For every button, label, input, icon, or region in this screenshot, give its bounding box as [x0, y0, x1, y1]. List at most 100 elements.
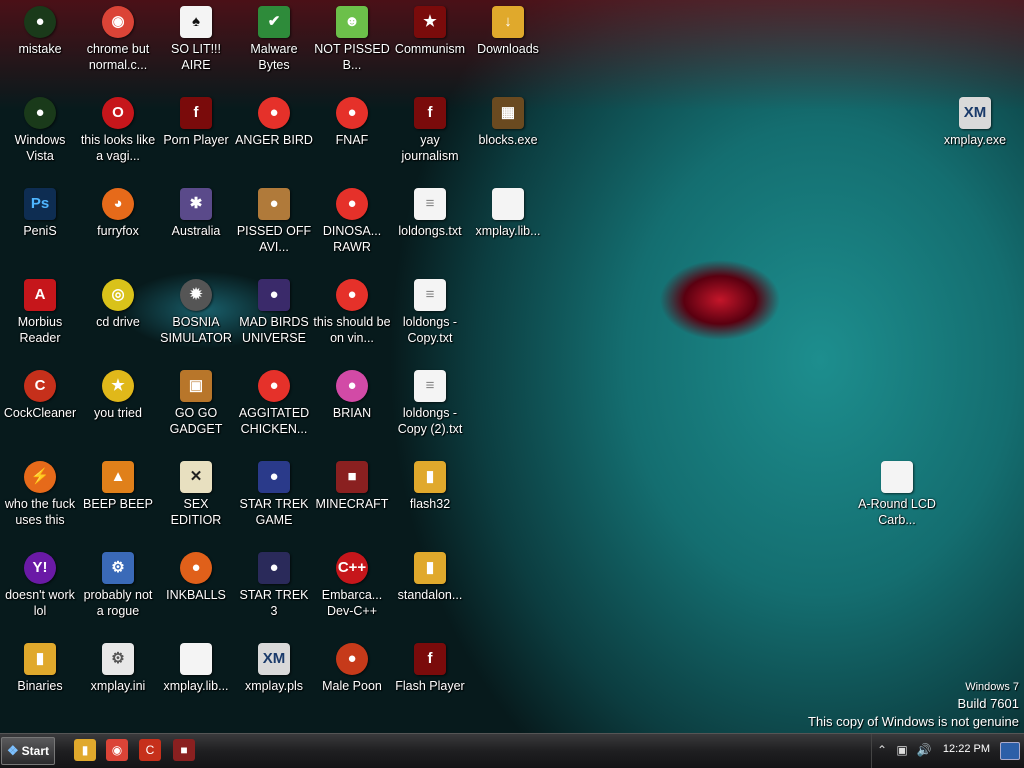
start-button[interactable]: ❖ Start	[1, 737, 55, 765]
icon-star-trek-game[interactable]: ● STAR TREK GAME	[235, 457, 313, 545]
icon-loldongs-txt[interactable]: ≡ loldongs.txt	[391, 184, 469, 272]
round-green: ●	[24, 6, 56, 38]
icon-penis[interactable]: Ps PeniS	[1, 184, 79, 272]
icon-brian[interactable]: ● BRIAN	[313, 366, 391, 454]
icon-label: AGGITATED CHICKEN...	[238, 406, 310, 436]
icon-downloads[interactable]: ↓ Downloads	[469, 2, 547, 90]
network-icon[interactable]: ▣	[894, 742, 910, 758]
vlc-icon: ▲	[102, 461, 134, 493]
icon-windows-vista[interactable]: ● Windows Vista	[1, 93, 79, 181]
bird-icon: ●	[258, 279, 290, 311]
folder-icon: ▮	[414, 552, 446, 584]
folder-icon: ▮	[414, 461, 446, 493]
bird-icon: ●	[336, 279, 368, 311]
icon-label: loldongs.txt	[398, 224, 462, 238]
mine-icon: ✹	[180, 279, 212, 311]
icon-label: A-Round LCD Carb...	[858, 497, 936, 527]
icon-so-lit[interactable]: ♠ SO LIT!!! AIRE	[157, 2, 235, 90]
icon-a-round[interactable]: A-Round LCD Carb...	[858, 457, 936, 545]
icon-cockcleaner[interactable]: C CockCleaner	[1, 366, 79, 454]
icon-label: STAR TREK 3	[239, 588, 309, 618]
star-icon: ★	[102, 370, 134, 402]
icon-chrome[interactable]: ◉ chrome but normal.c...	[79, 2, 157, 90]
icon-xmplay-exe[interactable]: XM xmplay.exe	[936, 93, 1014, 181]
icon-you-tried[interactable]: ★ you tried	[79, 366, 157, 454]
icon-not-pissed[interactable]: ☻ NOT PISSED B...	[313, 2, 391, 90]
clock[interactable]: 12:22 PM	[943, 743, 990, 755]
flash-icon: f	[414, 643, 446, 675]
icon-xmplay-lib-1[interactable]: xmplay.lib...	[469, 184, 547, 272]
icon-australia[interactable]: ✱ Australia	[157, 184, 235, 272]
icon-aggitated[interactable]: ● AGGITATED CHICKEN...	[235, 366, 313, 454]
icon-mad-birds[interactable]: ● MAD BIRDS UNIVERSE	[235, 275, 313, 363]
icon-label: Porn Player	[163, 133, 229, 147]
spider-icon: ✱	[180, 188, 212, 220]
show-hidden-icons-icon[interactable]: ⌃	[874, 742, 890, 758]
icon-label: mistake	[18, 42, 62, 56]
start-label: Start	[21, 744, 49, 758]
icon-cd-drive[interactable]: ◎ cd drive	[79, 275, 157, 363]
icon-label: probably not a rogue	[83, 588, 153, 618]
icon-flash-player[interactable]: f Flash Player	[391, 639, 469, 727]
blocks-icon: ▦	[492, 97, 524, 129]
volume-icon[interactable]: 🔊	[916, 742, 932, 758]
show-desktop-icon[interactable]	[1000, 742, 1020, 760]
icon-furryfox[interactable]: ◕ furryfox	[79, 184, 157, 272]
icon-porn-player[interactable]: f Porn Player	[157, 93, 235, 181]
flash-icon: f	[414, 97, 446, 129]
icon-probably-not[interactable]: ⚙ probably not a rogue	[79, 548, 157, 636]
taskbar: ❖ Start ▮ ◉ C ■ ⌃ ▣ 🔊 12:22 PM	[0, 733, 1024, 768]
watermark-genuine: This copy of Windows is not genuine	[808, 714, 1019, 729]
icon-star-trek-3[interactable]: ● STAR TREK 3	[235, 548, 313, 636]
bird-icon: ●	[258, 188, 290, 220]
settings-file-icon: ⚙	[102, 643, 134, 675]
icon-blocks[interactable]: ▦ blocks.exe	[469, 93, 547, 181]
icon-vine[interactable]: ● this should be on vin...	[313, 275, 391, 363]
taskbar-explorer[interactable]: ▮	[74, 739, 96, 761]
icon-label: Embarca... Dev-C++	[321, 588, 383, 618]
icon-label: MINECRAFT	[315, 497, 389, 511]
icon-yay-journalism[interactable]: f yay journalism	[391, 93, 469, 181]
taskbar-chrome[interactable]: ◉	[106, 739, 128, 761]
icon-xmplay-lib-2[interactable]: xmplay.lib...	[157, 639, 235, 727]
icon-doesnt-work[interactable]: Y! doesn't work lol	[1, 548, 79, 636]
xmplay-icon: XM	[258, 643, 290, 675]
flash-icon: f	[180, 97, 212, 129]
icon-pissed-off[interactable]: ● PISSED OFF AVI...	[235, 184, 313, 272]
bird-icon: ●	[336, 97, 368, 129]
icon-devcpp[interactable]: C++ Embarca... Dev-C++	[313, 548, 391, 636]
icon-bosnia[interactable]: ✹ BOSNIA SIMULATOR	[157, 275, 235, 363]
text-file-icon: ≡	[414, 188, 446, 220]
icon-label: this looks like a vagi...	[80, 133, 156, 163]
icon-standalone[interactable]: ▮ standalon...	[391, 548, 469, 636]
icon-flash32[interactable]: ▮ flash32	[391, 457, 469, 545]
icon-beep-beep[interactable]: ▲ BEEP BEEP	[79, 457, 157, 545]
icon-xmplay-pls[interactable]: XM xmplay.pls	[235, 639, 313, 727]
icon-go-go-gadget[interactable]: ▣ GO GO GADGET	[157, 366, 235, 454]
icon-label: MAD BIRDS UNIVERSE	[239, 315, 309, 345]
icon-sex-editior[interactable]: ✕ SEX EDITIOR	[157, 457, 235, 545]
icon-xmplay-ini[interactable]: ⚙ xmplay.ini	[79, 639, 157, 727]
icon-binaries[interactable]: ▮ Binaries	[1, 639, 79, 727]
icon-fnaf[interactable]: ● FNAF	[313, 93, 391, 181]
icon-dinosaur[interactable]: ● DINOSA... RAWR	[313, 184, 391, 272]
ccleaner-icon: C	[24, 370, 56, 402]
icon-male-poon[interactable]: ● Male Poon	[313, 639, 391, 727]
icon-label: standalon...	[397, 588, 463, 602]
icon-inkballs[interactable]: ● INKBALLS	[157, 548, 235, 636]
icon-loldongs-copy2[interactable]: ≡ loldongs - Copy (2).txt	[391, 366, 469, 454]
round-green: ●	[24, 97, 56, 129]
icon-minecraft[interactable]: ■ MINECRAFT	[313, 457, 391, 545]
icon-morbius[interactable]: A Morbius Reader	[1, 275, 79, 363]
icon-this-looks[interactable]: Othis looks like a vagi...	[79, 93, 157, 181]
lightning-icon: ⚡	[24, 461, 56, 493]
icon-who-uses[interactable]: ⚡ who the fuck uses this	[1, 457, 79, 545]
icon-mistake[interactable]: ● mistake	[1, 2, 79, 90]
icon-malware[interactable]: ✔ Malware Bytes	[235, 2, 313, 90]
firefox-icon: ◕	[102, 188, 134, 220]
taskbar-ccleaner[interactable]: C	[139, 739, 161, 761]
taskbar-minecraft[interactable]: ■	[173, 739, 195, 761]
icon-loldongs-copy[interactable]: ≡ loldongs - Copy.txt	[391, 275, 469, 363]
icon-anger-bird[interactable]: ● ANGER BIRD	[235, 93, 313, 181]
icon-communism[interactable]: ★ Communism	[391, 2, 469, 90]
